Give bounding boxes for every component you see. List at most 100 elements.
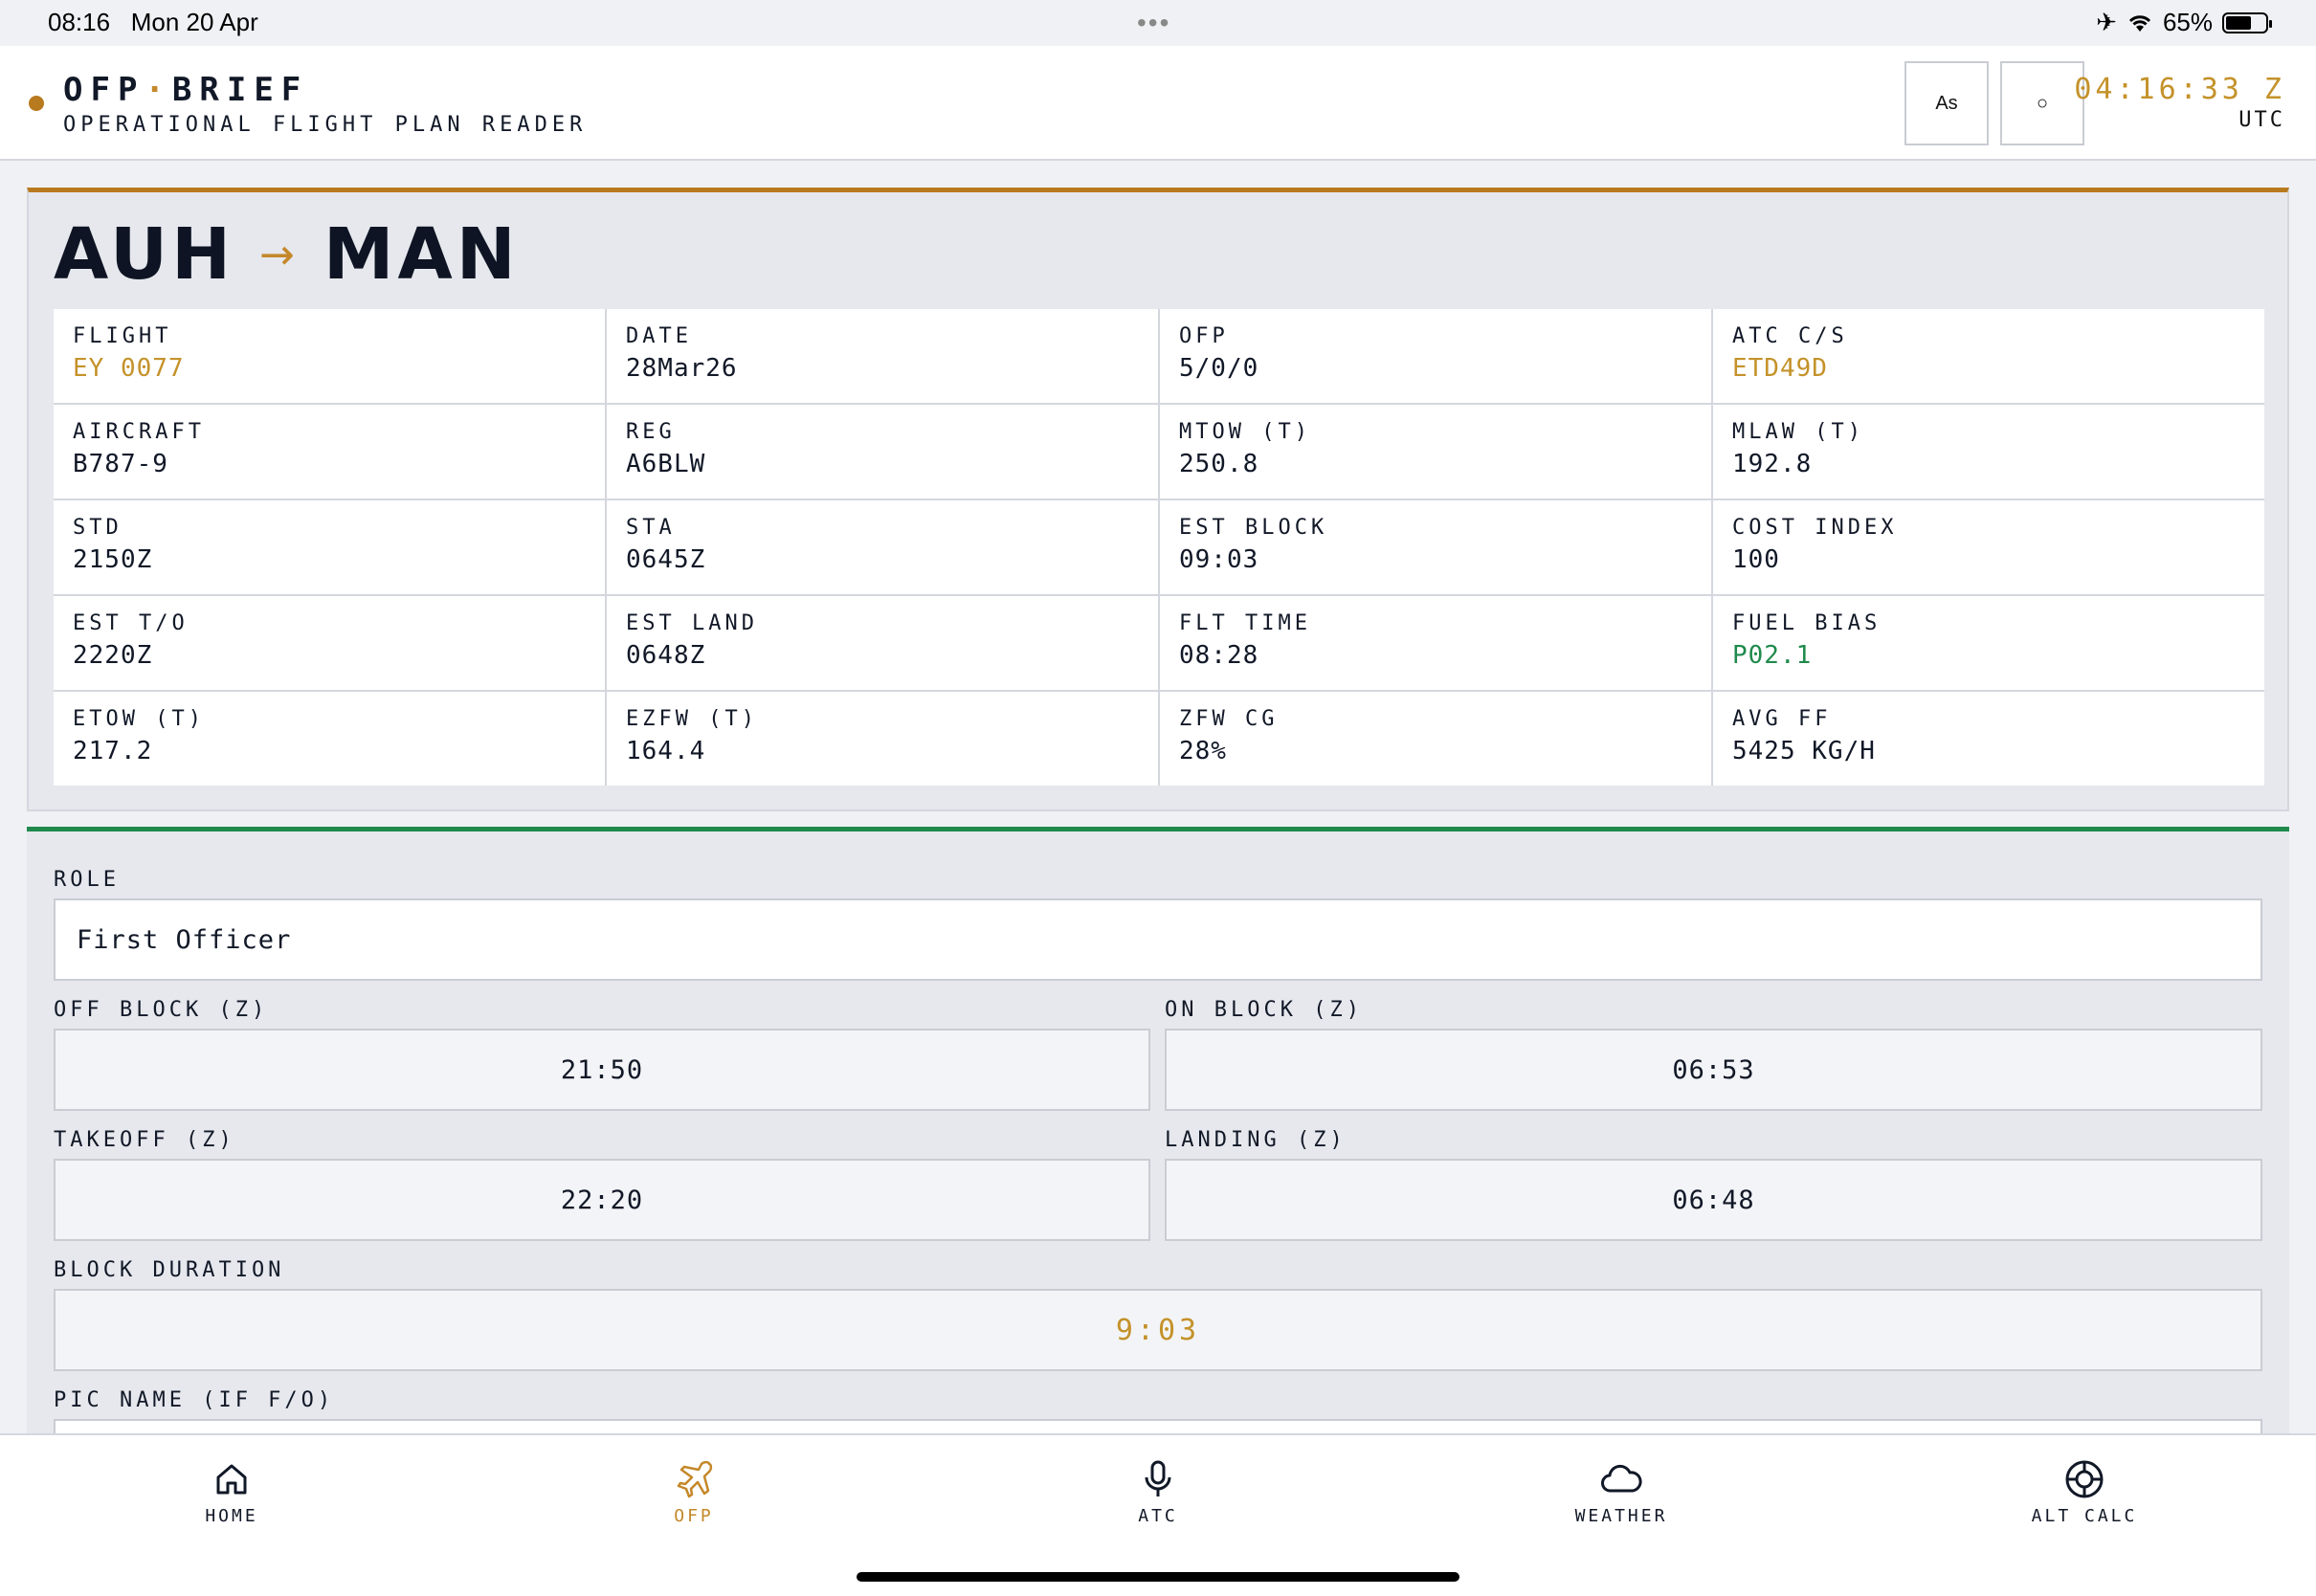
detail-value: 192.8 (1732, 450, 1813, 478)
home-indicator[interactable] (857, 1572, 1459, 1582)
tab-ofp[interactable]: OFP (598, 1456, 790, 1526)
theme-toggle-button[interactable]: ○ (2000, 61, 2084, 145)
detail-cell: ATC C/S ETD49D (1713, 309, 2264, 403)
app-title: OFP·BRIEF (63, 71, 309, 109)
tab-home[interactable]: HOME (136, 1456, 327, 1526)
detail-value: 2150Z (73, 545, 153, 574)
detail-label: FUEL BIAS (1732, 611, 1882, 635)
detail-cell: EST LAND 0648Z (607, 596, 1158, 690)
takeoff-input[interactable]: 22:20 (54, 1159, 1150, 1241)
detail-label: EZFW (T) (626, 707, 758, 731)
app-subtitle: OPERATIONAL FLIGHT PLAN READER (63, 113, 588, 137)
tab-label: OFP (674, 1506, 714, 1526)
detail-cell: EST BLOCK 09:03 (1160, 500, 1711, 594)
home-icon (136, 1456, 327, 1502)
detail-value: B787-9 (73, 450, 168, 478)
detail-label: REG (626, 420, 676, 444)
tab-label: ATC (1138, 1506, 1178, 1526)
detail-cell: AVG FF 5425 KG/H (1713, 692, 2264, 786)
detail-value: 164.4 (626, 737, 706, 765)
pic-name-label: PIC NAME (IF F/O) (54, 1388, 335, 1412)
landing-label: LANDING (Z) (1165, 1128, 1347, 1152)
detail-value: 09:03 (1179, 545, 1259, 574)
on-block-input[interactable]: 06:53 (1165, 1029, 2262, 1111)
detail-value: 28Mar26 (626, 354, 738, 383)
off-block-label: OFF BLOCK (Z) (54, 998, 269, 1022)
detail-label: AIRCRAFT (73, 420, 205, 444)
detail-value: 28% (1179, 737, 1227, 765)
detail-value: 0645Z (626, 545, 706, 574)
takeoff-label: TAKEOFF (Z) (54, 1128, 235, 1152)
flight-log-form: ROLE First Officer OFF BLOCK (Z) 21:50 O… (27, 827, 2289, 1501)
detail-label: MTOW (T) (1179, 420, 1311, 444)
detail-cell: MTOW (T) 250.8 (1160, 405, 1711, 499)
detail-cell: OFP 5/0/0 (1160, 309, 1711, 403)
detail-label: FLT TIME (1179, 611, 1311, 635)
origin-airport: AUH (54, 213, 235, 296)
detail-label: STA (626, 516, 676, 540)
detail-cell: FLT TIME 08:28 (1160, 596, 1711, 690)
detail-cell: ZFW CG 28% (1160, 692, 1711, 786)
detail-label: ATC C/S (1732, 324, 1848, 348)
detail-value: 217.2 (73, 737, 153, 765)
utc-label: UTC (2238, 108, 2285, 132)
detail-cell: DATE 28Mar26 (607, 309, 1158, 403)
tab-atc[interactable]: ATC (1062, 1456, 1254, 1526)
detail-value: ETD49D (1732, 354, 1828, 383)
app-header: OFP·BRIEF OPERATIONAL FLIGHT PLAN READER… (0, 46, 2316, 161)
multitasking-dots-icon[interactable]: ••• (1137, 8, 1170, 38)
detail-label: DATE (626, 324, 692, 348)
status-indicators: ✈ 65% (2096, 8, 2272, 37)
role-label: ROLE (54, 868, 120, 892)
detail-label: ETOW (T) (73, 707, 205, 731)
text-size-button[interactable]: As (1904, 61, 1989, 145)
cloud-icon (1525, 1456, 1717, 1502)
microphone-icon (1062, 1456, 1254, 1502)
block-duration-value: 9:03 (54, 1289, 2262, 1371)
flight-details-grid: FLIGHT EY 0077 DATE 28Mar26 OFP 5/0/0 ATC C/S E… (54, 309, 2264, 786)
landing-input[interactable]: 06:48 (1165, 1159, 2262, 1241)
battery-percent: 65% (2162, 8, 2213, 36)
detail-label: FLIGHT (73, 324, 172, 348)
utc-clock: 04:16:33 Z UTC (2074, 73, 2285, 132)
tab-alt-calc[interactable]: ALT CALC (1989, 1456, 2180, 1526)
detail-label: OFP (1179, 324, 1229, 348)
battery-icon (2222, 11, 2272, 33)
detail-value: P02.1 (1732, 641, 1813, 670)
tab-label: WEATHER (1574, 1506, 1668, 1526)
detail-cell: REG A6BLW (607, 405, 1158, 499)
detail-cell: STA 0645Z (607, 500, 1158, 594)
detail-label: EST T/O (73, 611, 189, 635)
detail-cell: EST T/O 2220Z (54, 596, 605, 690)
detail-value: A6BLW (626, 450, 706, 478)
off-block-input[interactable]: 21:50 (54, 1029, 1150, 1111)
detail-value: 5/0/0 (1179, 354, 1259, 383)
detail-cell: FLIGHT EY 0077 (54, 309, 605, 403)
tab-label: HOME (205, 1506, 258, 1526)
crosshair-icon (1989, 1456, 2180, 1502)
flight-summary-card: AUH → MAN FLIGHT EY 0077 DATE 28Mar26 OFP 5/0… (27, 188, 2289, 811)
detail-cell: STD 2150Z (54, 500, 605, 594)
detail-value: 100 (1732, 545, 1780, 574)
detail-cell: FUEL BIAS P02.1 (1713, 596, 2264, 690)
detail-value: 08:28 (1179, 641, 1259, 670)
tab-weather[interactable]: WEATHER (1525, 1456, 1717, 1526)
detail-label: STD (73, 516, 122, 540)
status-time: 08:16 Mon 20 Apr (48, 8, 258, 36)
detail-label: MLAW (T) (1732, 420, 1864, 444)
route-arrow-icon: → (259, 230, 299, 279)
role-select[interactable]: First Officer (54, 898, 2262, 981)
detail-label: COST INDEX (1732, 516, 1898, 540)
airplane-mode-icon: ✈ (2096, 8, 2117, 36)
detail-cell: MLAW (T) 192.8 (1713, 405, 2264, 499)
route-title: AUH → MAN (54, 213, 520, 296)
detail-value: 0648Z (626, 641, 706, 670)
detail-label: AVG FF (1732, 707, 1832, 731)
detail-value: 250.8 (1179, 450, 1259, 478)
status-dot (29, 96, 44, 111)
on-block-label: ON BLOCK (Z) (1165, 998, 1363, 1022)
detail-label: EST LAND (626, 611, 758, 635)
detail-label: EST BLOCK (1179, 516, 1328, 540)
detail-value: 5425 KG/H (1732, 737, 1876, 765)
block-duration-label: BLOCK DURATION (54, 1258, 285, 1282)
